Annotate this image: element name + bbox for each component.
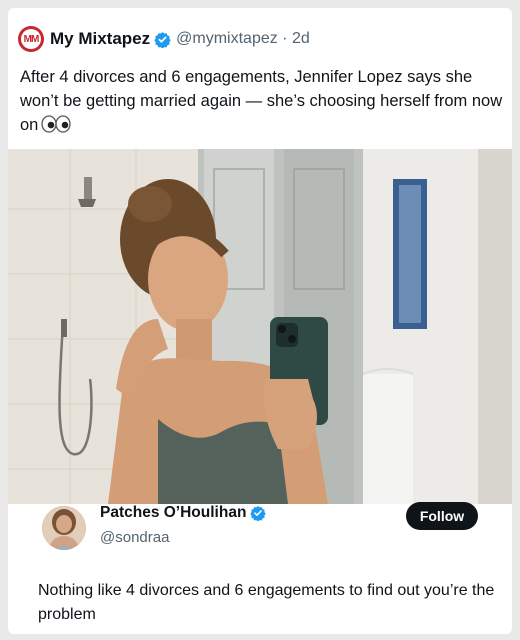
quote-account-name[interactable]: Patches O’Houlihan [100,504,267,522]
mixtapez-logo-icon: MM [21,29,41,49]
account-avatar[interactable]: MM [18,26,44,52]
account-name[interactable]: My Mixtapez [50,29,150,49]
post-photo[interactable] [8,149,512,504]
account-handle-time[interactable]: @mymixtapez · 2d [176,30,310,48]
quote-text: Nothing like 4 divorces and 6 engagement… [38,582,495,623]
follow-button[interactable]: Follow [406,502,478,530]
post-header: MM My Mixtapez @mymixtapez · 2d [18,26,310,52]
mirror-selfie-image [8,149,512,504]
quote-name-text[interactable]: Patches O’Houlihan [100,504,246,522]
verified-badge-icon [154,31,171,48]
post-card: MM My Mixtapez @mymixtapez · 2d After 4 … [8,8,512,634]
eyes-icon [41,115,72,133]
verified-badge-icon [250,506,267,521]
post-text: After 4 divorces and 6 engagements, Jenn… [20,65,508,137]
post-body: After 4 divorces and 6 engagements, Jenn… [20,68,503,134]
quote-handle[interactable]: @sondraa [100,529,169,546]
quote-avatar-image [42,506,86,550]
quote-avatar[interactable] [42,506,86,550]
